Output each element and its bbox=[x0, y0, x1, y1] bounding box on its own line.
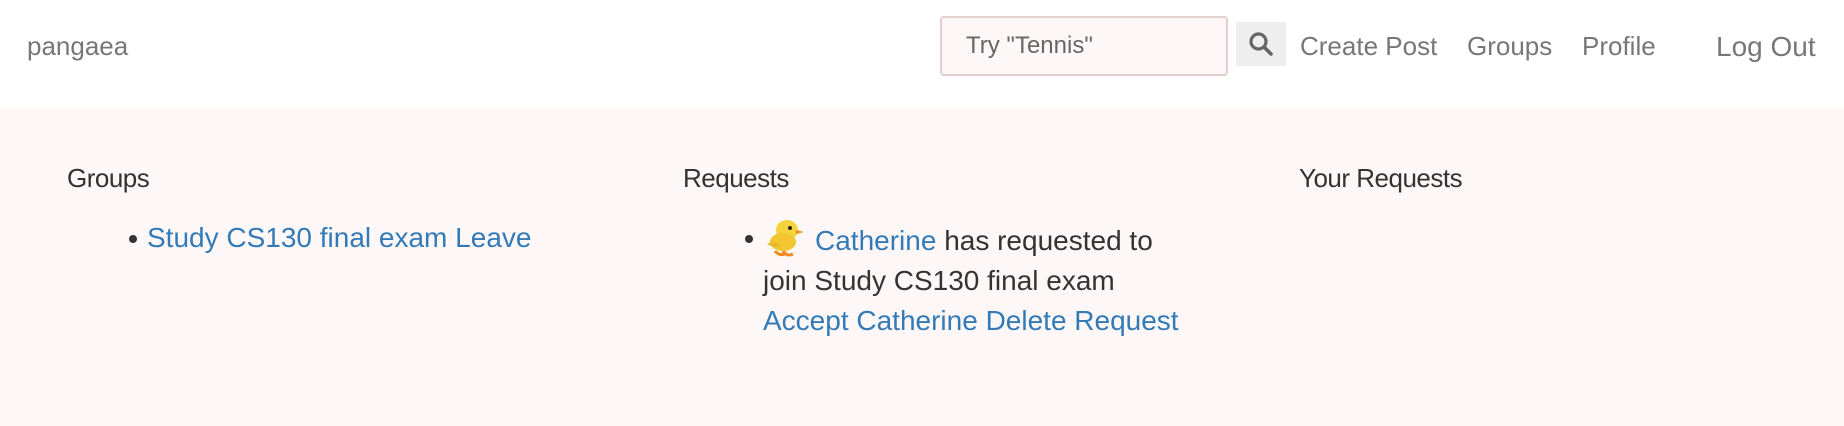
nav-logout[interactable]: Log Out bbox=[1716, 31, 1816, 63]
your-requests-heading: Your Requests bbox=[1299, 163, 1463, 193]
request-user-link[interactable]: Catherine bbox=[815, 225, 936, 256]
groups-heading: Groups bbox=[67, 163, 150, 193]
delete-request-link[interactable]: Delete Request bbox=[986, 305, 1179, 336]
nav-groups[interactable]: Groups bbox=[1467, 31, 1552, 62]
request-message: Catherine has requested to join Study CS… bbox=[763, 218, 1183, 301]
search-button[interactable] bbox=[1236, 22, 1286, 66]
groups-list: Study CS130 final exam Leave bbox=[67, 218, 627, 258]
nav-create-post[interactable]: Create Post bbox=[1300, 31, 1437, 62]
requests-column: Requests Catherine has requested to join… bbox=[683, 163, 1243, 341]
main-content: Groups Study CS130 final exam Leave Requ… bbox=[0, 107, 1844, 426]
brand-logo[interactable]: pangaea bbox=[27, 31, 128, 62]
search-input[interactable] bbox=[940, 16, 1228, 76]
leave-group-link[interactable]: Leave bbox=[455, 222, 531, 253]
requests-list: Catherine has requested to join Study CS… bbox=[683, 218, 1243, 341]
navbar: pangaea Create Post Groups Profile Log O… bbox=[0, 0, 1844, 107]
search-icon bbox=[1249, 32, 1273, 56]
requests-heading: Requests bbox=[683, 163, 789, 193]
group-link[interactable]: Study CS130 final exam bbox=[147, 222, 447, 253]
list-item: Study CS130 final exam Leave bbox=[67, 218, 627, 258]
list-item: Catherine has requested to join Study CS… bbox=[683, 218, 1243, 341]
nav-profile[interactable]: Profile bbox=[1582, 31, 1656, 62]
groups-column: Groups Study CS130 final exam Leave bbox=[67, 163, 627, 258]
bird-avatar-icon bbox=[767, 220, 804, 257]
accept-request-link[interactable]: Accept Catherine bbox=[763, 305, 978, 336]
your-requests-column: Your Requests bbox=[1299, 163, 1844, 194]
